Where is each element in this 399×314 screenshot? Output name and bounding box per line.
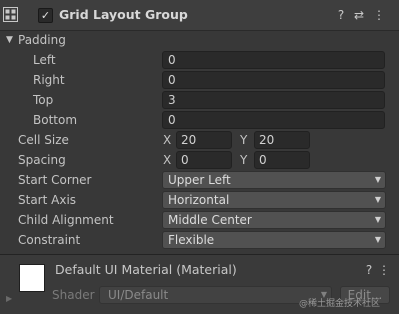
start-axis-label: Start Axis bbox=[18, 193, 77, 207]
padding-top-field[interactable]: 3 bbox=[162, 91, 385, 109]
grid-layout-icon bbox=[3, 7, 18, 22]
padding-foldout-icon[interactable]: ▼ bbox=[6, 31, 16, 49]
child-alignment-dropdown[interactable]: Middle Center ▼ bbox=[162, 211, 386, 229]
padding-bottom-field[interactable]: 0 bbox=[162, 111, 385, 129]
material-preview-swatch[interactable] bbox=[19, 264, 45, 292]
chevron-down-icon: ▼ bbox=[374, 175, 381, 184]
padding-label[interactable]: Padding bbox=[18, 31, 66, 49]
cell-size-y-field[interactable]: 20 bbox=[254, 131, 310, 149]
constraint-value: Flexible bbox=[168, 233, 215, 247]
shader-label: Shader bbox=[52, 288, 95, 302]
help-icon[interactable]: ? bbox=[334, 7, 348, 23]
padding-right-label: Right bbox=[33, 73, 65, 87]
padding-top-label: Top bbox=[33, 93, 54, 107]
chevron-down-icon: ▼ bbox=[374, 195, 381, 204]
padding-left-label: Left bbox=[33, 53, 56, 67]
kebab-menu-icon[interactable]: ⋮ bbox=[372, 7, 386, 23]
start-corner-dropdown[interactable]: Upper Left ▼ bbox=[162, 171, 386, 189]
start-corner-label: Start Corner bbox=[18, 173, 92, 187]
spacing-y-label[interactable]: Y bbox=[240, 151, 247, 169]
constraint-label: Constraint bbox=[18, 233, 81, 247]
child-alignment-label: Child Alignment bbox=[18, 213, 114, 227]
start-axis-dropdown[interactable]: Horizontal ▼ bbox=[162, 191, 386, 209]
watermark: @稀土掘金技术社区 bbox=[299, 299, 381, 309]
enabled-checkbox[interactable]: ✓ bbox=[38, 8, 53, 23]
cell-size-y-label[interactable]: Y bbox=[240, 131, 247, 149]
shader-value: UI/Default bbox=[108, 288, 169, 302]
spacing-x-field[interactable]: 0 bbox=[176, 151, 232, 169]
start-axis-value: Horizontal bbox=[168, 193, 230, 207]
child-alignment-value: Middle Center bbox=[168, 213, 252, 227]
shader-dropdown[interactable]: UI/Default ▼ bbox=[99, 286, 332, 304]
material-title: Default UI Material (Material) bbox=[55, 262, 237, 277]
material-kebab-menu-icon[interactable]: ⋮ bbox=[377, 262, 391, 278]
padding-bottom-label: Bottom bbox=[33, 113, 78, 127]
padding-right-field[interactable]: 0 bbox=[162, 71, 385, 89]
cell-size-x-label[interactable]: X bbox=[163, 131, 171, 149]
component-title: Grid Layout Group bbox=[59, 7, 188, 22]
chevron-down-icon: ▼ bbox=[374, 235, 381, 244]
presets-icon[interactable]: ⇄ bbox=[352, 7, 366, 23]
cell-size-x-field[interactable]: 20 bbox=[176, 131, 232, 149]
expand-arrow-icon[interactable]: ▶ bbox=[6, 294, 12, 303]
chevron-down-icon: ▼ bbox=[374, 215, 381, 224]
constraint-dropdown[interactable]: Flexible ▼ bbox=[162, 231, 386, 249]
start-corner-value: Upper Left bbox=[168, 173, 231, 187]
padding-left-field[interactable]: 0 bbox=[162, 51, 385, 69]
cell-size-label: Cell Size bbox=[18, 133, 69, 147]
spacing-label: Spacing bbox=[18, 153, 66, 167]
material-help-icon[interactable]: ? bbox=[362, 262, 376, 278]
spacing-y-field[interactable]: 0 bbox=[254, 151, 310, 169]
spacing-x-label[interactable]: X bbox=[163, 151, 171, 169]
